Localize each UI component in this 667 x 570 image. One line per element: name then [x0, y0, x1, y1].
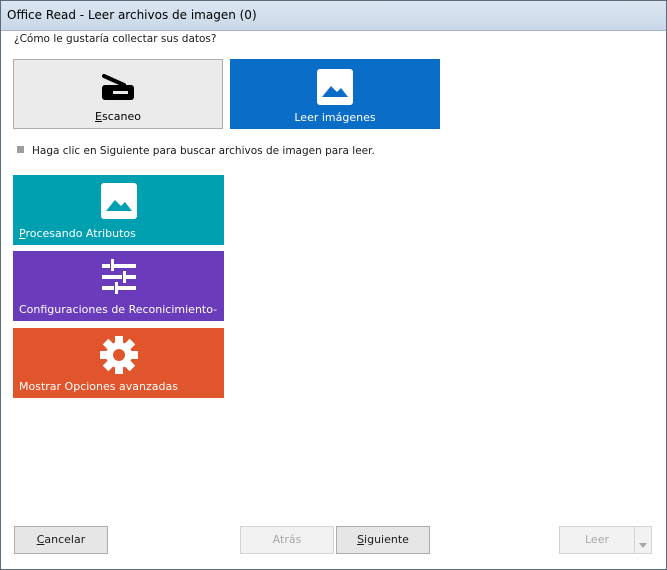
hint-text: Haga clic en Siguiente para buscar archi…	[17, 145, 375, 157]
advanced-options-tile[interactable]: Mostrar Opciones avanzadas	[13, 328, 224, 398]
read-dropdown-arrow[interactable]	[634, 526, 652, 554]
recognition-settings-label: Configuraciones de Reconicimiento-	[19, 303, 218, 316]
cancel-button[interactable]: Cancelar	[14, 526, 108, 554]
advanced-options-label: Mostrar Opciones avanzadas	[19, 380, 178, 393]
scan-mode-label: Escaneo	[95, 110, 141, 123]
back-button[interactable]: Atrás	[240, 526, 334, 554]
scanner-icon	[100, 70, 136, 107]
window-title: Office Read - Leer archivos de imagen (0…	[7, 8, 257, 22]
bullet-square-icon	[17, 146, 24, 153]
sliders-icon	[100, 259, 138, 298]
dialog-window: Office Read - Leer archivos de imagen (0…	[0, 0, 667, 570]
read-button[interactable]: Leer	[559, 526, 635, 554]
image-icon	[100, 183, 137, 222]
collection-question: ¿Cómo le gustaría collectar sus datos?	[14, 33, 217, 45]
processing-attributes-label: Procesando Atributos	[19, 227, 136, 240]
title-bar[interactable]: Office Read - Leer archivos de imagen (0…	[1, 1, 666, 31]
scan-mode-button[interactable]: Escaneo	[13, 59, 223, 129]
processing-attributes-tile[interactable]: Procesando Atributos	[13, 175, 224, 245]
read-images-mode-button[interactable]: Leer imágenes	[230, 59, 440, 129]
recognition-settings-tile[interactable]: Configuraciones de Reconicimiento-	[13, 251, 224, 321]
image-icon	[317, 69, 353, 108]
gear-icon	[99, 336, 138, 377]
chevron-down-icon	[639, 538, 647, 551]
next-button[interactable]: Siguiente	[336, 526, 430, 554]
read-images-mode-label: Leer imágenes	[294, 111, 376, 124]
